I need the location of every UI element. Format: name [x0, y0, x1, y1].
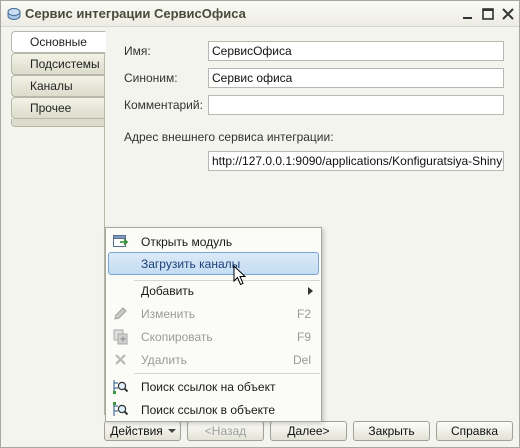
address-field[interactable]: http://127.0.0.1:9090/applications/Konfi…: [208, 151, 504, 171]
menu-item-find-references-in-object[interactable]: Поиск ссылок в объекте: [108, 398, 319, 421]
tab-subsystems[interactable]: Подсистемы: [11, 53, 105, 75]
menu-item-shortcut: F2: [296, 307, 311, 321]
next-button[interactable]: Далее>: [270, 421, 347, 441]
tab-strip: Основные Подсистемы Каналы Прочее: [11, 31, 106, 127]
app-icon: [7, 8, 21, 20]
back-button[interactable]: <Назад: [187, 421, 264, 441]
submenu-arrow-icon: [308, 287, 313, 295]
address-label: Адрес внешнего сервиса интеграции:: [124, 130, 334, 144]
tab-channels[interactable]: Каналы: [11, 75, 105, 97]
menu-item-delete[interactable]: Удалить Del: [108, 348, 319, 371]
menu-item-copy[interactable]: Скопировать F9: [108, 325, 319, 348]
actions-context-menu: Открыть модуль Загрузить каналы Добавить…: [105, 227, 322, 422]
close-window-button[interactable]: [499, 5, 517, 23]
minimize-icon: [463, 17, 472, 19]
menu-item-label: Открыть модуль: [141, 235, 233, 249]
menu-item-label: Поиск ссылок в объекте: [141, 403, 276, 417]
menu-item-add[interactable]: Добавить: [108, 279, 319, 302]
minimize-button[interactable]: [459, 5, 477, 23]
maximize-icon: [482, 8, 494, 20]
actions-dropdown-button[interactable]: Действия: [104, 421, 181, 441]
close-icon: [502, 8, 514, 20]
menu-item-shortcut: Del: [292, 353, 311, 367]
tab-main[interactable]: Основные: [11, 31, 106, 53]
chevron-down-icon: [168, 429, 176, 433]
menu-item-label: Удалить: [141, 353, 187, 367]
actions-button-label: Действия: [110, 424, 163, 438]
comment-field[interactable]: [208, 95, 504, 115]
delete-icon: [115, 354, 126, 365]
copy-icon: [113, 329, 128, 345]
synonym-label: Синоним:: [124, 71, 178, 85]
dialog-window: Сервис интеграции СервисОфиса Основные П…: [0, 0, 520, 448]
title-bar[interactable]: Сервис интеграции СервисОфиса: [1, 1, 519, 27]
maximize-button[interactable]: [479, 5, 497, 23]
comment-label: Комментарий:: [124, 98, 203, 112]
module-icon: [113, 235, 129, 247]
menu-item-label: Скопировать: [141, 330, 213, 344]
pencil-icon: [114, 307, 127, 320]
menu-item-edit[interactable]: Изменить F2: [108, 302, 319, 325]
window-title: Сервис интеграции СервисОфиса: [25, 6, 246, 21]
name-field[interactable]: СервисОфиса: [208, 41, 504, 61]
menu-item-label: Поиск ссылок на объект: [141, 380, 276, 394]
menu-item-label: Изменить: [141, 307, 196, 321]
menu-separator: [134, 373, 320, 374]
menu-item-open-module[interactable]: Открыть модуль: [108, 230, 319, 253]
menu-item-find-references-to-object[interactable]: Поиск ссылок на объект: [108, 375, 319, 398]
tab-other[interactable]: Прочее: [11, 97, 105, 119]
mouse-cursor-icon: [233, 265, 247, 286]
menu-item-load-channels[interactable]: Загрузить каналы: [108, 252, 319, 275]
synonym-field[interactable]: Сервис офиса: [208, 68, 504, 88]
menu-item-label: Загрузить каналы: [141, 257, 241, 271]
name-label: Имя:: [124, 44, 151, 58]
menu-item-shortcut: F9: [296, 330, 311, 344]
menu-item-label: Добавить: [141, 284, 195, 298]
help-button[interactable]: Справка: [436, 421, 513, 441]
close-button[interactable]: Закрыть: [353, 421, 430, 441]
find-in-object-icon: [113, 402, 129, 416]
find-references-icon: [113, 380, 129, 394]
tab-strip-end: [11, 119, 105, 127]
